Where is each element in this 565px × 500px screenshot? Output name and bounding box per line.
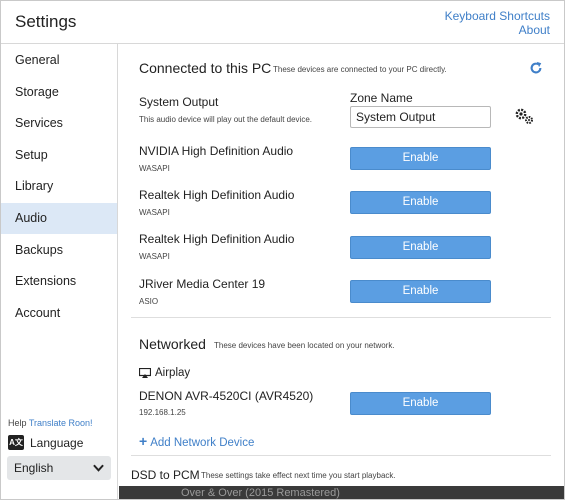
window-title: Settings <box>15 12 77 31</box>
airplay-icon <box>139 368 151 378</box>
add-network-device-button[interactable]: + Add Network Device <box>139 433 254 449</box>
language-value: English <box>14 461 54 475</box>
background-now-playing: Over & Over (2015 Remastered) <box>119 486 564 499</box>
networked-description: These devices have been located on your … <box>214 341 395 350</box>
device-name: DENON AVR-4520CI (AVR4520) <box>139 389 314 403</box>
language-select[interactable]: English <box>7 456 111 480</box>
refresh-icon[interactable] <box>529 61 543 75</box>
help-text: Help Translate Roon! <box>8 418 93 428</box>
add-network-device-label: Add Network Device <box>150 437 255 449</box>
device-ip: 192.168.1.25 <box>139 408 186 417</box>
connected-title: Connected to this PC <box>139 60 272 76</box>
enable-button[interactable]: Enable <box>350 280 491 303</box>
dsd-description: These settings take effect next time you… <box>201 471 396 480</box>
sidebar-item-backups[interactable]: Backups <box>1 235 117 266</box>
sidebar-item-account[interactable]: Account <box>1 298 117 329</box>
plus-icon: + <box>139 433 148 449</box>
enable-button[interactable]: Enable <box>350 392 491 415</box>
keyboard-shortcuts-link[interactable]: Keyboard Shortcuts <box>445 9 550 23</box>
enable-button[interactable]: Enable <box>350 147 491 170</box>
networked-title: Networked <box>139 336 206 352</box>
airplay-label: Airplay <box>155 367 191 379</box>
language-label: Language <box>30 436 84 450</box>
settings-window: Settings Keyboard Shortcuts About Genera… <box>0 0 565 500</box>
help-label: Help <box>8 418 27 428</box>
device-name: Realtek High Definition Audio <box>139 188 295 202</box>
about-link[interactable]: About <box>519 23 550 37</box>
device-driver: WASAPI <box>139 164 170 173</box>
zone-name-label: Zone Name <box>350 91 413 105</box>
section-divider <box>131 455 551 456</box>
device-name: JRiver Media Center 19 <box>139 277 266 291</box>
section-divider <box>131 317 551 318</box>
enable-button[interactable]: Enable <box>350 191 491 214</box>
device-name: Realtek High Definition Audio <box>139 232 295 246</box>
now-playing-text: Over & Over (2015 Remastered) <box>181 487 340 499</box>
sidebar-item-setup[interactable]: Setup <box>1 140 117 171</box>
enable-button[interactable]: Enable <box>350 236 491 259</box>
audio-settings-panel: Connected to this PC These devices are c… <box>119 44 564 499</box>
sidebar-item-library[interactable]: Library <box>1 171 117 202</box>
gears-icon[interactable] <box>514 107 534 125</box>
chevron-down-icon <box>93 464 104 472</box>
zone-name-input[interactable] <box>350 106 491 128</box>
sidebar-item-storage[interactable]: Storage <box>1 77 117 108</box>
sidebar-item-audio[interactable]: Audio <box>1 203 117 234</box>
system-output-name: System Output <box>139 95 219 109</box>
title-bar: Settings Keyboard Shortcuts About <box>1 1 564 44</box>
sidebar-item-services[interactable]: Services <box>1 108 117 139</box>
language-icon: A文 <box>8 435 24 450</box>
sidebar-item-general[interactable]: General <box>1 45 117 76</box>
dsd-title: DSD to PCM <box>131 468 200 482</box>
device-driver: WASAPI <box>139 208 170 217</box>
connected-description: These devices are connected to your PC d… <box>273 65 447 74</box>
sidebar: General Storage Services Setup Library A… <box>1 44 118 499</box>
device-name: NVIDIA High Definition Audio <box>139 144 294 158</box>
system-output-description: This audio device will play out the defa… <box>139 115 312 124</box>
translate-link[interactable]: Translate Roon! <box>29 418 93 428</box>
device-driver: WASAPI <box>139 252 170 261</box>
sidebar-item-extensions[interactable]: Extensions <box>1 266 117 297</box>
device-driver: ASIO <box>139 297 159 306</box>
